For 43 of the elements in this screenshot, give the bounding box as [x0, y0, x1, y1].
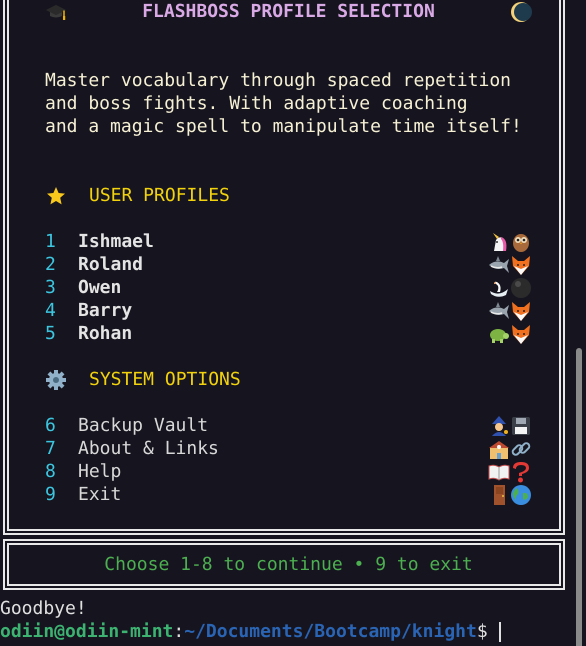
prompt-user-host: odiin@odiin-mint: [0, 620, 174, 643]
globe-icon: [510, 484, 532, 506]
output-text: Goodbye!: [0, 597, 87, 620]
profile-name: Rohan: [78, 322, 134, 345]
menu-number: 9: [45, 483, 57, 506]
menu-number: 4: [45, 299, 57, 322]
menu-number: 6: [45, 414, 57, 437]
description-line: Master vocabulary through spaced repetition: [45, 69, 511, 92]
ball-icon: [510, 276, 532, 298]
shark-icon: [488, 254, 510, 276]
menu-number: 3: [45, 276, 57, 299]
fox-icon: [510, 322, 532, 344]
profile-name: Owen: [78, 276, 122, 299]
description-line: and a magic spell to manipulate time itself!: [45, 115, 522, 138]
profile-name: Ishmael: [78, 230, 155, 253]
section-heading: USER PROFILES: [89, 184, 230, 207]
menu-number: 5: [45, 322, 57, 345]
profile-name: Barry: [78, 299, 134, 322]
footer-hint: Choose 1-8 to continue • 9 to exit: [104, 553, 473, 576]
prompt-separator: :: [173, 620, 184, 643]
gear-icon: [45, 368, 67, 390]
option-label: Help: [78, 460, 122, 483]
option-label: Exit: [78, 483, 122, 506]
section-heading: SYSTEM OPTIONS: [89, 368, 241, 391]
profile-name: Roland: [78, 253, 144, 276]
menu-number: 7: [45, 437, 57, 460]
prompt-path: ~/Documents/Bootcamp/knight: [184, 620, 477, 643]
fox-icon: [510, 300, 532, 322]
scrollbar-thumb[interactable]: [576, 348, 582, 646]
menu-number: 2: [45, 253, 57, 276]
star-icon: [45, 184, 67, 206]
description-line: and boss fights. With adaptive coaching: [45, 92, 468, 115]
question-icon: [510, 460, 532, 482]
moon-icon: [510, 0, 532, 22]
menu-title: FLASHBOSS PROFILE SELECTION: [141, 0, 436, 23]
shark-icon: [488, 300, 510, 322]
option-label: Backup Vault: [78, 414, 210, 437]
option-label: About & Links: [78, 437, 220, 460]
fox-icon: [510, 254, 532, 276]
menu-number: 1: [45, 230, 57, 253]
text-cursor: [498, 622, 501, 642]
prompt-symbol: $: [476, 620, 488, 643]
menu-number: 8: [45, 460, 57, 483]
